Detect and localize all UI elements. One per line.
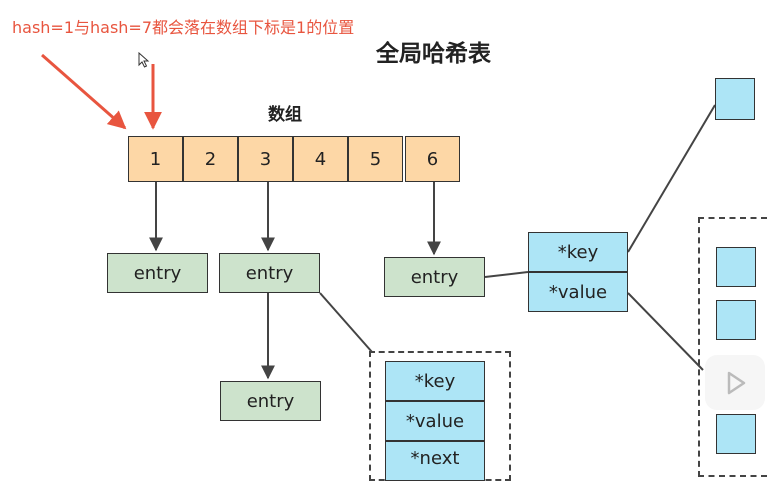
- right-edge-field: [716, 300, 756, 340]
- play-button[interactable]: [705, 355, 765, 410]
- right-edge-node: [715, 78, 755, 120]
- link-value-to-right-box: [627, 292, 704, 371]
- entry-box: entry: [384, 257, 485, 297]
- node-bottom-value: *value: [385, 401, 485, 441]
- right-edge-field: [716, 247, 756, 287]
- node-bottom-key: *key: [385, 361, 485, 401]
- array-label: 数组: [268, 105, 302, 125]
- link-entry-node-right: [484, 271, 529, 278]
- cursor-icon: [138, 51, 150, 72]
- array-cell: 4: [293, 136, 348, 182]
- array-cell: 2: [183, 136, 238, 182]
- page-title: 全局哈希表: [376, 41, 491, 67]
- entry-box: entry: [219, 253, 320, 293]
- array-cell: 6: [405, 136, 460, 182]
- node-right-value: *value: [528, 272, 628, 312]
- play-icon: [727, 371, 746, 394]
- link-entry-node-bottom: [319, 292, 373, 353]
- entry-box: entry: [107, 253, 208, 293]
- annotation-arrow-diagonal: [41, 53, 127, 130]
- right-edge-field: [716, 414, 756, 454]
- node-right-key: *key: [528, 232, 628, 272]
- array-cell: 3: [238, 136, 293, 182]
- array-cell: 5: [348, 136, 403, 182]
- entry-box: entry: [220, 381, 321, 421]
- annotation-text: hash=1与hash=7都会落在数组下标是1的位置: [12, 18, 355, 37]
- diagram-canvas: hash=1与hash=7都会落在数组下标是1的位置 全局哈希表 数组 1 2 …: [0, 0, 771, 481]
- node-bottom-next: *next: [385, 441, 485, 481]
- array-cell: 1: [128, 136, 183, 182]
